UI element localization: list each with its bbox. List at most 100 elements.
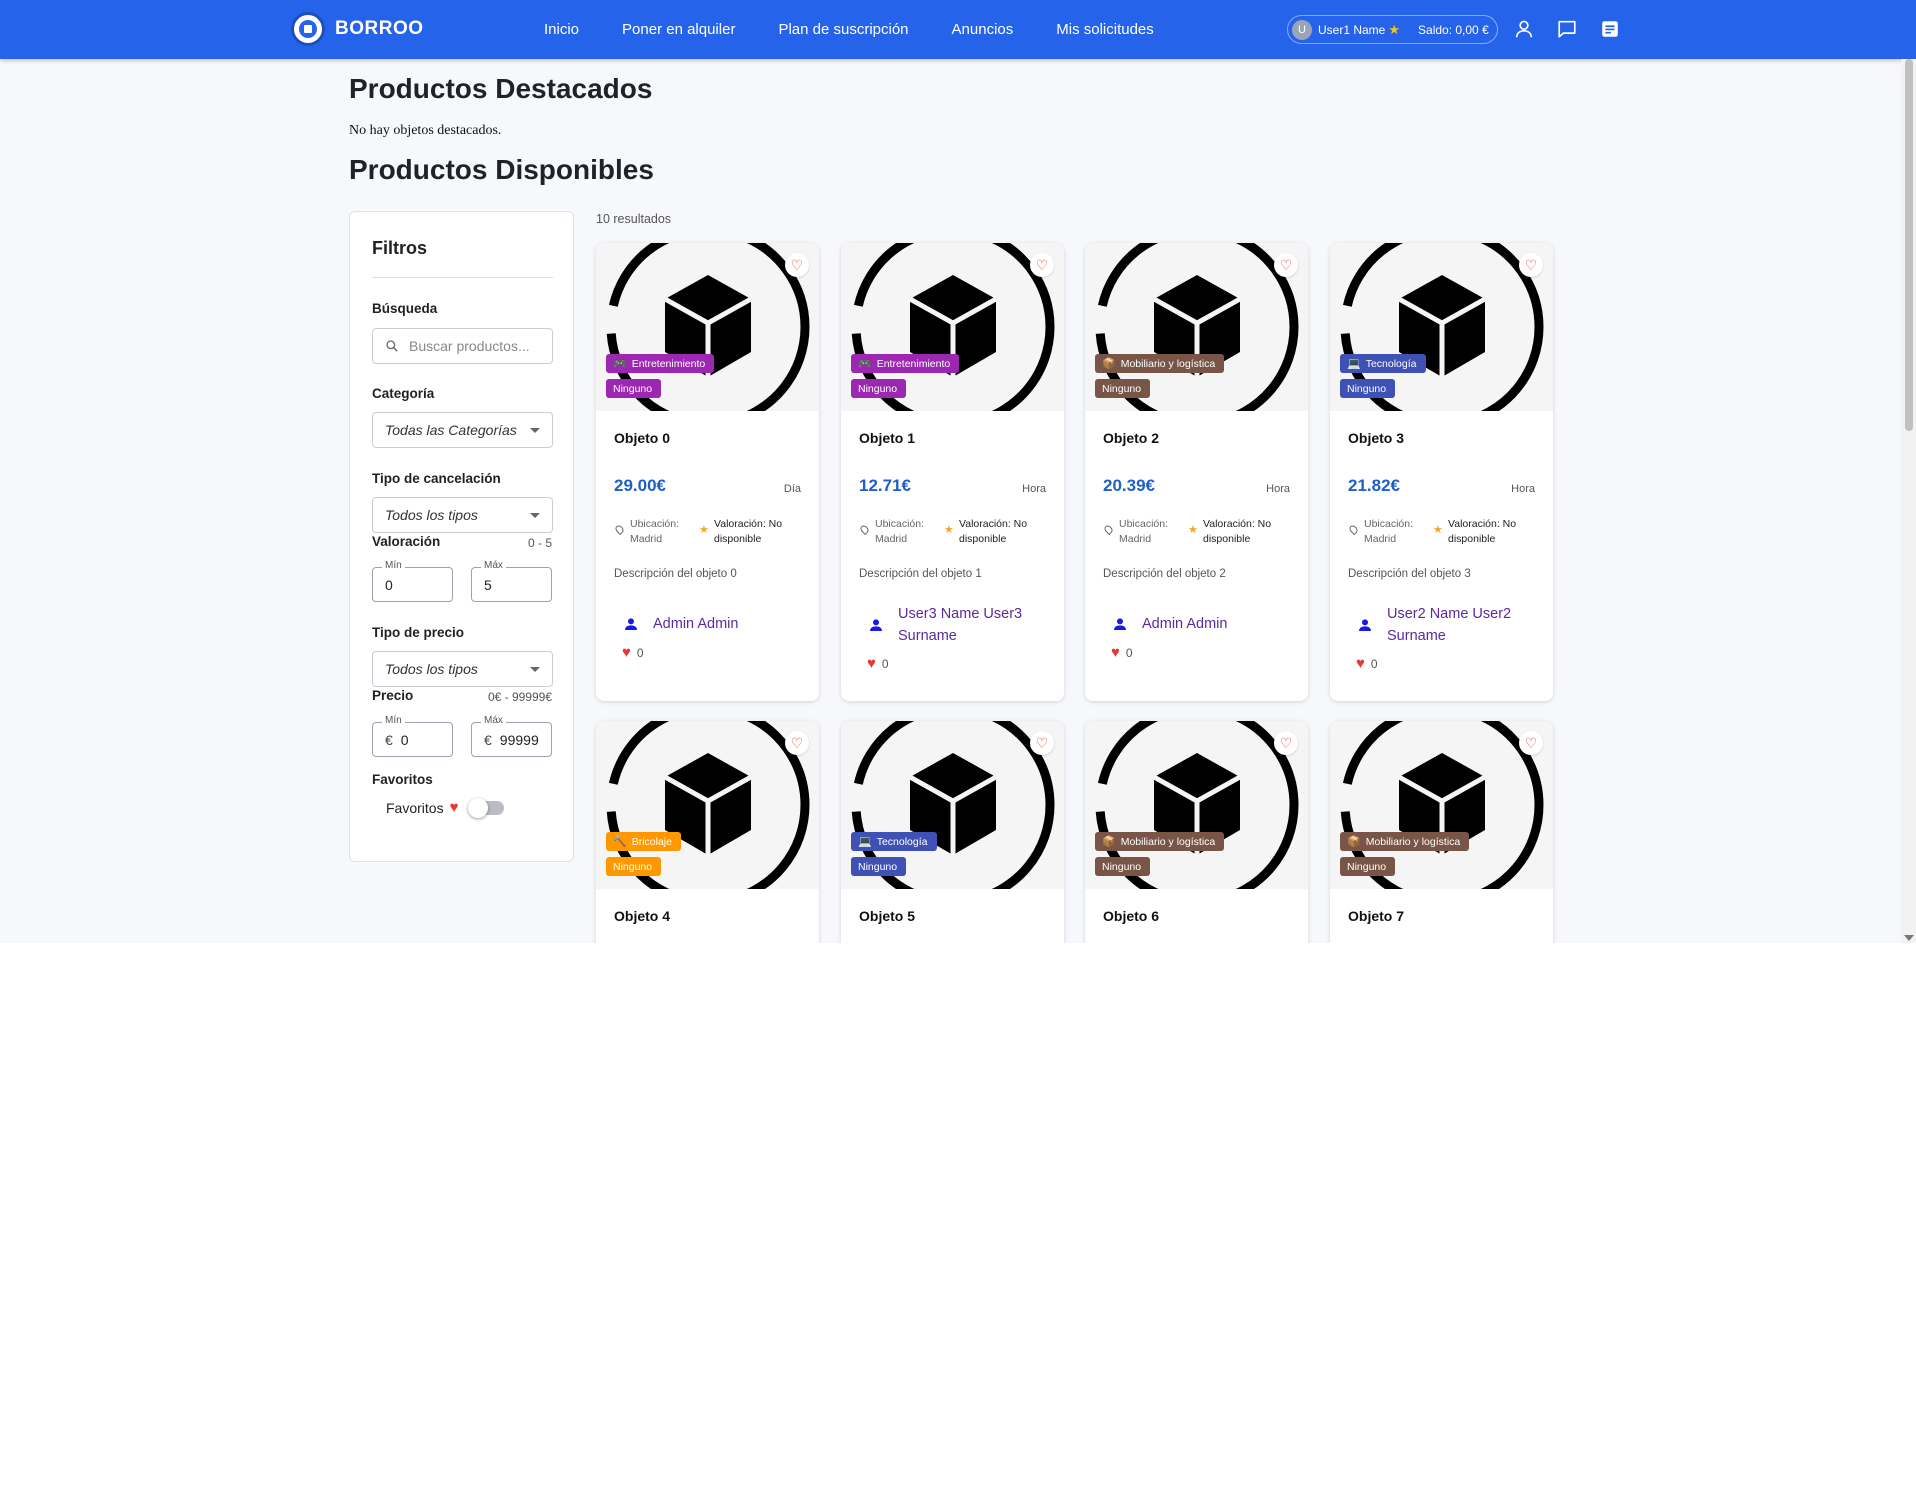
brand[interactable]: BORROO bbox=[291, 12, 424, 46]
avatar: U bbox=[1292, 19, 1312, 40]
available-title: Productos Disponibles bbox=[349, 154, 654, 185]
favorites-toggle[interactable] bbox=[468, 797, 505, 818]
product-location: Ubicación: Madrid bbox=[1102, 517, 1185, 547]
category-select[interactable]: Todas las Categorías bbox=[372, 412, 553, 448]
favorites-toggle-row: Favoritos ♥ bbox=[386, 797, 505, 818]
chevron-down-icon bbox=[530, 513, 540, 518]
price-min-value: 0 bbox=[400, 731, 409, 748]
rating-text: Valoración: No disponible bbox=[959, 518, 1028, 545]
rating-max-input[interactable]: Máx 5 bbox=[471, 560, 552, 602]
product-card[interactable]: ♡ 🎮 Entretenimiento Ninguno Objeto 0 29.00€ Dí… bbox=[596, 243, 819, 701]
notes-icon[interactable] bbox=[1599, 18, 1621, 40]
owner-name: Admin Admin bbox=[1142, 616, 1228, 632]
laptop-icon: 💻 bbox=[1347, 358, 1361, 370]
product-image: ♡ 📦 Mobiliario y logística Ninguno bbox=[1330, 721, 1553, 889]
filters-panel: Filtros Búsqueda Buscar productos... Cat… bbox=[349, 211, 574, 862]
favorite-heart-icon[interactable]: ♡ bbox=[1519, 253, 1543, 277]
product-image: ♡ 📦 Mobiliario y logística Ninguno bbox=[1085, 243, 1308, 411]
likes-value: 0 bbox=[1370, 656, 1378, 671]
location-value: Madrid bbox=[875, 533, 908, 545]
rating-min-input[interactable]: Mín 0 bbox=[372, 560, 453, 602]
box-icon: 📦 bbox=[1102, 358, 1116, 370]
product-image: ♡ 💻 Tecnología Ninguno bbox=[841, 721, 1064, 889]
location-label: Ubicación: bbox=[1364, 518, 1414, 530]
category-label: Categoría bbox=[372, 386, 435, 401]
price-type-select[interactable]: Todos los tipos bbox=[372, 651, 553, 687]
product-price: 21.82€ bbox=[1348, 476, 1400, 495]
product-price: 12.71€ bbox=[859, 476, 911, 495]
location-label: Ubicación: bbox=[1119, 518, 1169, 530]
nav-link-inicio[interactable]: Inicio bbox=[544, 21, 579, 38]
product-image: ♡ 🎮 Entretenimiento Ninguno bbox=[841, 243, 1064, 411]
cancel-policy-badge: Ninguno bbox=[606, 857, 662, 876]
price-min-legend: Mín bbox=[382, 715, 405, 726]
price-unit: Hora bbox=[1266, 483, 1290, 495]
user-icon[interactable] bbox=[1513, 18, 1535, 40]
scrollbar-thumb[interactable] bbox=[1905, 59, 1913, 431]
owner-name: User3 Name User3 Surname bbox=[898, 606, 1023, 644]
search-input[interactable]: Buscar productos... bbox=[372, 328, 553, 364]
product-location: Ubicación: Madrid bbox=[613, 517, 696, 547]
product-title: Objeto 6 bbox=[1103, 908, 1160, 924]
price-min-input[interactable]: Mín € 0 bbox=[372, 715, 453, 757]
favorite-heart-icon[interactable]: ♡ bbox=[785, 731, 809, 755]
cancel-policy-badge: Ninguno bbox=[851, 857, 907, 876]
nav-link-poner-en-alquiler[interactable]: Poner en alquiler bbox=[622, 21, 735, 38]
search-label: Búsqueda bbox=[372, 301, 438, 316]
user-balance-pill[interactable]: U User1 Name ★ Saldo: 0,00 € bbox=[1287, 15, 1498, 44]
favorite-heart-icon[interactable]: ♡ bbox=[785, 253, 809, 277]
person-icon bbox=[1359, 619, 1371, 631]
likes-count: ♥ 0 bbox=[867, 655, 889, 672]
product-card[interactable]: ♡ 💻 Tecnología Ninguno Objeto 5 bbox=[841, 721, 1064, 943]
chat-icon[interactable] bbox=[1556, 18, 1578, 40]
star-icon: ★ bbox=[1188, 524, 1198, 536]
product-rating: ★ Valoración: No disponible bbox=[1433, 517, 1543, 547]
product-title: Objeto 7 bbox=[1348, 908, 1405, 924]
filters-divider bbox=[372, 277, 553, 278]
rating-min-legend: Mín bbox=[382, 560, 405, 571]
nav-link-plan-de-suscripcion[interactable]: Plan de suscripción bbox=[778, 21, 908, 38]
box-icon: 📦 bbox=[1102, 836, 1116, 848]
price-range: 0€ - 99999€ bbox=[487, 690, 552, 704]
favorite-heart-icon[interactable]: ♡ bbox=[1274, 731, 1298, 755]
top-navbar: BORROO Inicio Poner en alquiler Plan de … bbox=[0, 0, 1916, 59]
product-card[interactable]: ♡ 🔨 Bricolaje Ninguno Objeto 4 bbox=[596, 721, 819, 943]
price-max-input[interactable]: Máx € 99999 bbox=[471, 715, 552, 757]
owner-link[interactable]: Admin Admin bbox=[623, 613, 813, 635]
search-placeholder: Buscar productos... bbox=[409, 338, 530, 354]
owner-link[interactable]: Admin Admin bbox=[1112, 613, 1302, 635]
favorite-heart-icon[interactable]: ♡ bbox=[1274, 253, 1298, 277]
product-card[interactable]: ♡ 💻 Tecnología Ninguno Objeto 3 21.82€ Hora Ubi… bbox=[1330, 243, 1553, 701]
rating-label: Valoración bbox=[372, 534, 441, 549]
product-card[interactable]: ♡ 🎮 Entretenimiento Ninguno Objeto 1 12.71€ Ho… bbox=[841, 243, 1064, 701]
product-card[interactable]: ♡ 📦 Mobiliario y logística Ninguno Objeto 2 2… bbox=[1085, 243, 1308, 701]
favorite-heart-icon[interactable]: ♡ bbox=[1030, 731, 1054, 755]
product-title: Objeto 5 bbox=[859, 908, 916, 924]
category-badge: 💻 Tecnología bbox=[1340, 354, 1426, 373]
category-badge: 🎮 Entretenimiento bbox=[851, 354, 960, 373]
scroll-down-arrow-icon[interactable] bbox=[1904, 935, 1914, 941]
product-card[interactable]: ♡ 📦 Mobiliario y logística Ninguno Objeto 7 bbox=[1330, 721, 1553, 943]
price-unit: Día bbox=[783, 483, 801, 495]
owner-link[interactable]: User3 Name User3 Surname bbox=[868, 603, 1058, 647]
likes-count: ♥ 0 bbox=[1356, 655, 1378, 672]
owner-name: User2 Name User2 Surname bbox=[1387, 606, 1512, 644]
filters-title: Filtros bbox=[372, 238, 428, 258]
product-title: Objeto 0 bbox=[614, 430, 671, 446]
cancel-type-select[interactable]: Todos los tipos bbox=[372, 497, 553, 533]
location-pin-icon bbox=[1347, 523, 1360, 536]
price-type-label: Tipo de precio bbox=[372, 625, 465, 640]
product-card[interactable]: ♡ 📦 Mobiliario y logística Ninguno Objeto 6 bbox=[1085, 721, 1308, 943]
page-scrollbar[interactable] bbox=[1901, 59, 1916, 943]
category-badge: 💻 Tecnología bbox=[851, 832, 937, 851]
favorite-heart-icon[interactable]: ♡ bbox=[1519, 731, 1543, 755]
product-image: ♡ 💻 Tecnología Ninguno bbox=[1330, 243, 1553, 411]
borroo-logo-icon bbox=[291, 12, 325, 46]
nav-link-mis-solicitudes[interactable]: Mis solicitudes bbox=[1056, 21, 1154, 38]
heart-icon: ♥ bbox=[1111, 644, 1120, 661]
owner-link[interactable]: User2 Name User2 Surname bbox=[1357, 603, 1547, 647]
nav-link-anuncios[interactable]: Anuncios bbox=[952, 21, 1014, 38]
star-icon: ★ bbox=[1433, 524, 1443, 536]
favorite-heart-icon[interactable]: ♡ bbox=[1030, 253, 1054, 277]
category-badge-label: Mobiliario y logística bbox=[1365, 835, 1461, 848]
